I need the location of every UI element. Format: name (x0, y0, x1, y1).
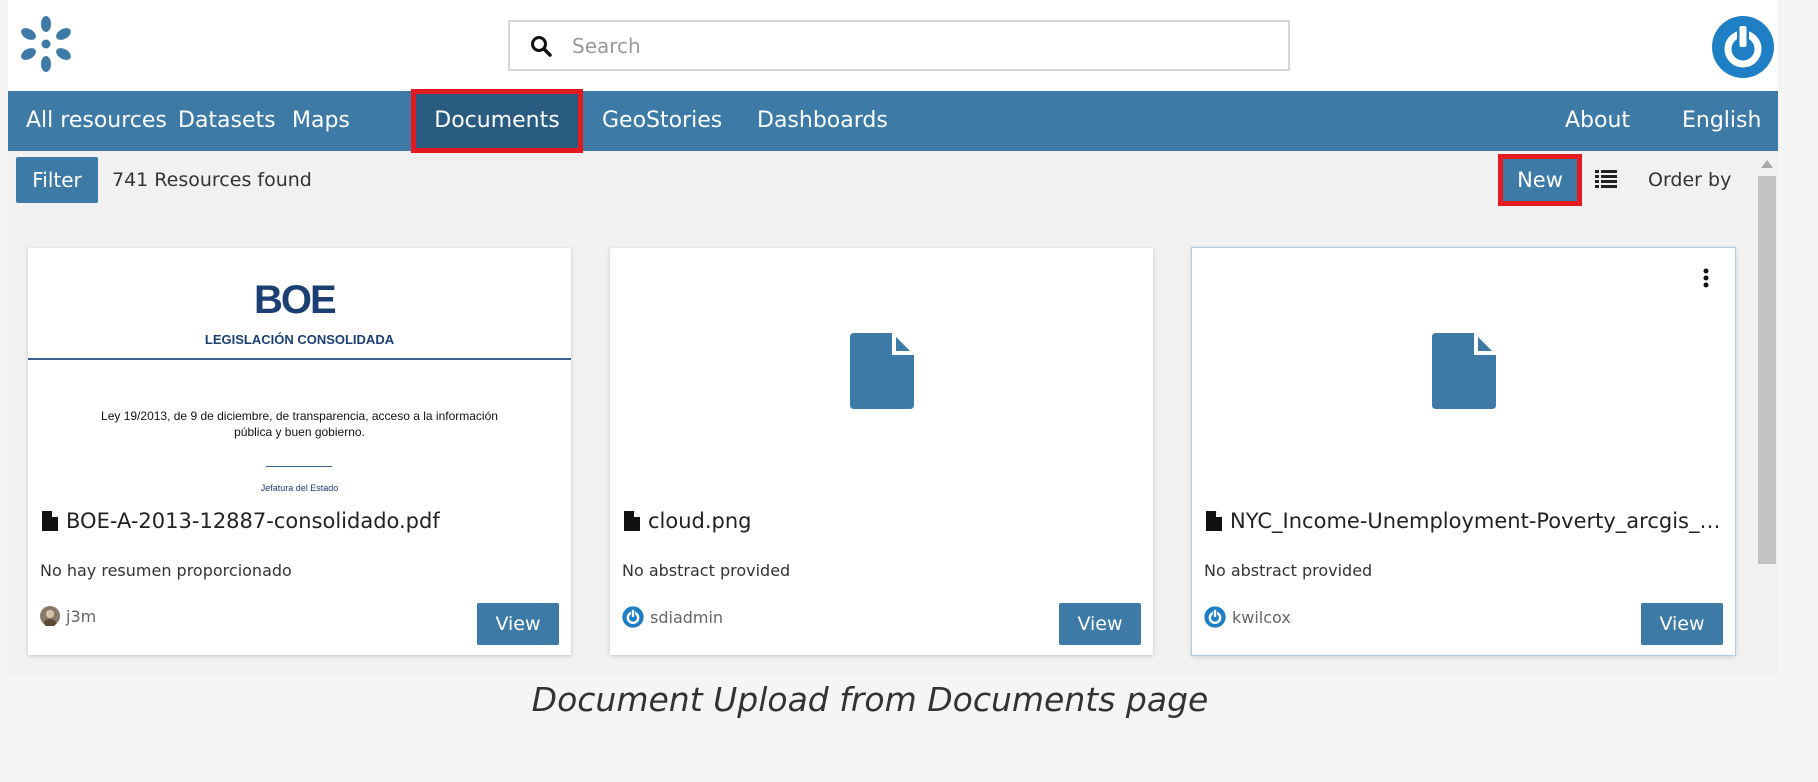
thumbnail-divider (28, 358, 571, 360)
list-view-icon[interactable] (1595, 170, 1617, 188)
order-by-dropdown[interactable]: Order by (1648, 157, 1731, 203)
scroll-up-arrow[interactable] (1761, 160, 1773, 168)
scrollbar-thumb[interactable] (1758, 176, 1776, 564)
owner-name: sdiadmin (650, 607, 724, 627)
view-button[interactable]: View (1641, 603, 1723, 645)
owner-name: kwilcox (1232, 607, 1291, 627)
boe-logo: BOE (254, 278, 337, 322)
search-box (508, 20, 1290, 71)
power-user-icon[interactable] (1711, 15, 1775, 79)
power-user-icon (1204, 606, 1226, 628)
nav-all-resources[interactable]: All resources (26, 91, 167, 151)
nav-geostories[interactable]: GeoStories (602, 91, 722, 151)
card-owner[interactable]: kwilcox (1204, 606, 1291, 628)
card-title[interactable]: NYC_Income-Unemployment-Poverty_arcgis_m… (1206, 509, 1725, 533)
card-owner[interactable]: sdiadmin (622, 606, 723, 628)
main-navbar: All resources Datasets Maps Documents Ge… (8, 89, 1778, 153)
card-abstract: No abstract provided (622, 561, 791, 580)
document-thumbnail: BOE LEGISLACIÓN CONSOLIDADA Ley 19/2013,… (28, 248, 571, 498)
card-owner[interactable]: j3m (40, 606, 96, 626)
file-icon (624, 511, 640, 531)
resource-card[interactable]: cloud.png No abstract provided sdiadmin … (610, 248, 1153, 655)
thumbnail-subtitle: LEGISLACIÓN CONSOLIDADA (204, 332, 395, 347)
document-file-icon (1432, 333, 1496, 409)
nav-maps[interactable]: Maps (292, 91, 350, 151)
document-file-icon (850, 333, 914, 409)
nav-language[interactable]: English (1682, 91, 1761, 151)
new-button[interactable]: New (1498, 154, 1582, 206)
thumbnail-issuer: Jefatura del Estado (260, 483, 339, 493)
thumbnail-law-text: Ley 19/2013, de 9 de diciembre, de trans… (101, 409, 498, 439)
nav-dashboards[interactable]: Dashboards (757, 91, 888, 151)
nav-documents[interactable]: Documents (411, 89, 583, 153)
resource-count: 741 Resources found (112, 169, 312, 191)
file-icon (1206, 511, 1222, 531)
card-title-text: cloud.png (648, 509, 752, 533)
search-input[interactable] (572, 33, 1172, 58)
card-title-text: BOE-A-2013-12887-consolidado.pdf (66, 509, 440, 533)
more-options-icon[interactable] (1703, 268, 1709, 288)
view-button[interactable]: View (1059, 603, 1141, 645)
power-user-icon (622, 606, 644, 628)
avatar (40, 606, 60, 626)
owner-name: j3m (66, 606, 97, 626)
top-bar (8, 0, 1778, 91)
figure-caption: Document Upload from Documents page (531, 680, 1209, 719)
thumbnail-small-divider (266, 466, 332, 467)
app-frame: All resources Datasets Maps Documents Ge… (8, 0, 1778, 675)
search-icon[interactable] (510, 35, 572, 57)
view-button[interactable]: View (477, 603, 559, 645)
nav-about[interactable]: About (1565, 91, 1630, 151)
card-abstract: No abstract provided (1204, 561, 1373, 580)
geonode-logo-icon[interactable] (14, 12, 78, 76)
resource-card[interactable]: BOE LEGISLACIÓN CONSOLIDADA Ley 19/2013,… (28, 248, 571, 655)
card-title-text: NYC_Income-Unemployment-Poverty_arcgis_m… (1230, 509, 1725, 533)
filter-button[interactable]: Filter (16, 157, 98, 203)
nav-datasets[interactable]: Datasets (178, 91, 276, 151)
card-title[interactable]: cloud.png (624, 509, 752, 533)
card-title[interactable]: BOE-A-2013-12887-consolidado.pdf (42, 509, 440, 533)
card-abstract: No hay resumen proporcionado (40, 561, 292, 580)
file-icon (42, 511, 58, 531)
resource-card[interactable]: NYC_Income-Unemployment-Poverty_arcgis_m… (1192, 248, 1735, 655)
